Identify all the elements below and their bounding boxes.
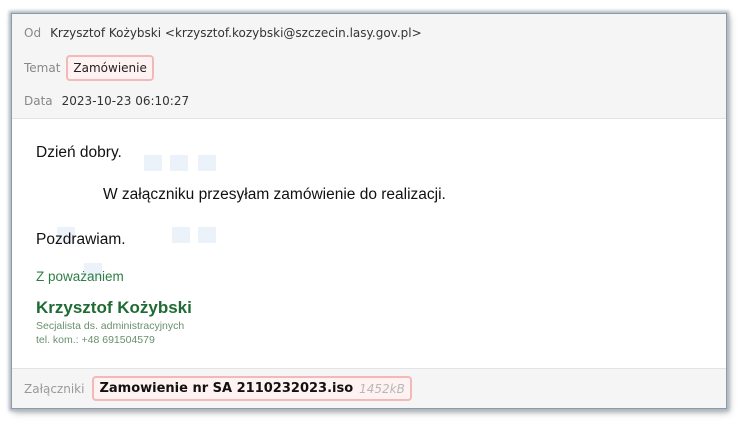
date-row: Data 2023-10-23 06:10:27 (12, 84, 726, 118)
watermark-square (170, 155, 188, 171)
closing-text: Pozdrawiam. (36, 231, 126, 248)
from-value[interactable]: Krzysztof Kożybski <krzysztof.kozybski@s… (50, 26, 422, 40)
from-row: Od Krzysztof Kożybski <krzysztof.kozybsk… (12, 14, 726, 52)
watermark-square (198, 227, 216, 243)
email-header: Od Krzysztof Kożybski <krzysztof.kozybsk… (12, 14, 726, 119)
subject-value: Zamówienie (66, 55, 154, 81)
attachments-bar: Załączniki Zamowienie nr SA 2110232023.i… (12, 368, 726, 408)
subject-label: Temat (24, 61, 61, 75)
date-value: 2023-10-23 06:10:27 (61, 94, 190, 108)
attachment-file-size: 1452kB (359, 381, 405, 396)
attachment-chip[interactable]: Zamowienie nr SA 2110232023.iso 1452kB (92, 376, 412, 401)
attachment-file-name[interactable]: Zamowienie nr SA 2110232023.iso (99, 381, 353, 396)
email-window: Od Krzysztof Kożybski <krzysztof.kozybsk… (11, 13, 727, 409)
email-body: Dzień dobry. W załączniku przesyłam zamó… (12, 119, 726, 367)
date-label: Data (24, 94, 53, 108)
watermark-square (144, 155, 162, 171)
watermark-square (172, 227, 190, 243)
watermark-square (198, 155, 216, 171)
signature-title: Secjalista ds. administracyjnych (36, 320, 185, 332)
signature-name: Krzysztof Kożybski (36, 298, 192, 317)
signature-phone: tel. kom.: +48 691504579 (36, 334, 155, 346)
attachments-label: Załączniki (24, 381, 85, 396)
subject-row: Temat Zamówienie (12, 52, 726, 84)
greeting-text: Dzień dobry. (36, 144, 122, 161)
from-label: Od (24, 26, 42, 40)
signature-intro: Z poważaniem (36, 269, 124, 284)
body-line-text: W załączniku przesyłam zamówienie do rea… (103, 186, 446, 203)
